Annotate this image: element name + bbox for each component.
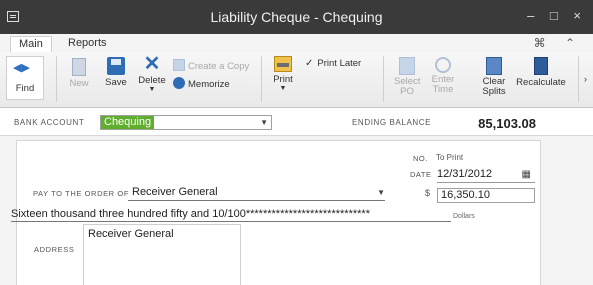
amount-in-words: Sixteen thousand three hundred fifty and… bbox=[11, 208, 451, 222]
payee-dropdown[interactable]: Receiver General ▼ bbox=[128, 186, 385, 201]
copy-icon bbox=[173, 59, 185, 71]
clock-icon bbox=[435, 57, 451, 73]
ribbon-scroll-right-icon[interactable]: › bbox=[584, 74, 587, 84]
date-value: 12/31/2012 bbox=[437, 168, 493, 180]
divider bbox=[383, 56, 384, 102]
ribbon-collapse-controls[interactable]: ⌘ ⌃ bbox=[534, 36, 583, 50]
title-bar: Liability Cheque - Chequing – □ × bbox=[0, 0, 593, 34]
cheque-no-label: NO. bbox=[413, 154, 428, 163]
enter-time-label: Enter Time bbox=[431, 74, 455, 95]
enter-time-button[interactable]: Enter Time bbox=[428, 57, 458, 95]
date-field[interactable]: 12/31/2012 ▦ bbox=[437, 168, 535, 183]
new-document-icon bbox=[72, 58, 86, 76]
amount-field[interactable]: 16,350.10 bbox=[437, 188, 535, 203]
printer-icon bbox=[274, 56, 292, 72]
print-label: Print bbox=[273, 74, 293, 85]
divider bbox=[578, 56, 579, 102]
date-label: DATE bbox=[410, 170, 432, 179]
clear-splits-icon bbox=[486, 57, 502, 75]
memorize-label: Memorize bbox=[188, 79, 230, 90]
print-later-checkbox[interactable]: ✓ Print Later bbox=[305, 58, 361, 69]
dropdown-arrow-icon: ▼ bbox=[279, 85, 287, 92]
memorize-button[interactable]: Memorize bbox=[173, 77, 230, 90]
address-label: ADDRESS bbox=[34, 245, 75, 254]
pay-to-label: PAY TO THE ORDER OF bbox=[33, 189, 130, 198]
payee-value: Receiver General bbox=[132, 186, 218, 198]
right-side-panel bbox=[541, 136, 593, 285]
clear-splits-button[interactable]: Clear Splits bbox=[478, 57, 510, 97]
divider bbox=[261, 56, 262, 102]
account-row: BANK ACCOUNT Chequing ▼ ENDING BALANCE 8… bbox=[0, 109, 593, 135]
address-field[interactable]: Receiver General bbox=[83, 224, 241, 285]
ending-balance-value: 85,103.08 bbox=[478, 116, 536, 131]
new-label: New bbox=[69, 78, 89, 89]
tab-main[interactable]: Main bbox=[10, 36, 52, 52]
bank-account-value: Chequing bbox=[101, 116, 155, 129]
address-text: Receiver General bbox=[88, 228, 174, 240]
recalculate-button[interactable]: Recalculate bbox=[513, 57, 569, 88]
dropdown-arrow-icon: ▼ bbox=[260, 118, 268, 127]
tab-reports[interactable]: Reports bbox=[60, 36, 115, 52]
delete-button[interactable]: ✕ Delete ▼ bbox=[134, 53, 170, 93]
select-po-label: Select PO bbox=[394, 76, 421, 97]
new-button[interactable]: New bbox=[66, 58, 92, 89]
dollars-label: Dollars bbox=[453, 213, 475, 220]
divider bbox=[56, 56, 57, 102]
create-copy-button[interactable]: Create a Copy bbox=[173, 59, 249, 72]
calculator-icon bbox=[534, 57, 548, 75]
ending-balance-label: ENDING BALANCE bbox=[352, 118, 432, 127]
calendar-icon[interactable]: ▦ bbox=[522, 169, 531, 180]
cheque-form: NO. To Print DATE 12/31/2012 ▦ PAY TO TH… bbox=[11, 140, 541, 285]
save-button[interactable]: Save bbox=[100, 57, 132, 88]
ribbon-tabs: Main Reports ⌘ ⌃ bbox=[0, 34, 593, 52]
print-later-label: Print Later bbox=[317, 58, 362, 69]
dropdown-arrow-icon: ▼ bbox=[377, 188, 385, 197]
print-button[interactable]: Print ▼ bbox=[268, 56, 298, 92]
save-icon bbox=[107, 57, 125, 75]
select-po-button[interactable]: Select PO bbox=[392, 57, 422, 97]
memorize-icon bbox=[173, 77, 185, 89]
clear-splits-label: Clear Splits bbox=[482, 76, 506, 97]
find-button[interactable]: ◀▶ Find bbox=[6, 56, 44, 100]
find-label: Find bbox=[15, 83, 35, 94]
bank-account-dropdown[interactable]: Chequing ▼ bbox=[100, 115, 272, 130]
cheque-no-field[interactable]: To Print bbox=[436, 153, 463, 162]
prev-next-arrows-icon[interactable]: ◀▶ bbox=[13, 61, 30, 74]
delete-label: Delete bbox=[138, 75, 166, 86]
dropdown-arrow-icon: ▼ bbox=[148, 86, 156, 93]
ribbon-toolbar: ◀▶ Find New Save ✕ Delete ▼ Create a Cop… bbox=[0, 52, 593, 108]
window-title: Liability Cheque - Chequing bbox=[210, 9, 383, 25]
delete-x-icon: ✕ bbox=[143, 53, 161, 75]
window-controls[interactable]: – □ × bbox=[527, 8, 587, 23]
bank-account-label: BANK ACCOUNT bbox=[14, 118, 85, 127]
cheque-area: NO. To Print DATE 12/31/2012 ▦ PAY TO TH… bbox=[0, 135, 593, 285]
save-label: Save bbox=[105, 77, 127, 88]
checkmark-icon: ✓ bbox=[305, 58, 314, 69]
recalculate-label: Recalculate bbox=[516, 77, 566, 88]
select-po-icon bbox=[399, 57, 415, 75]
dollar-sign: $ bbox=[425, 188, 431, 198]
create-copy-label: Create a Copy bbox=[188, 61, 250, 72]
